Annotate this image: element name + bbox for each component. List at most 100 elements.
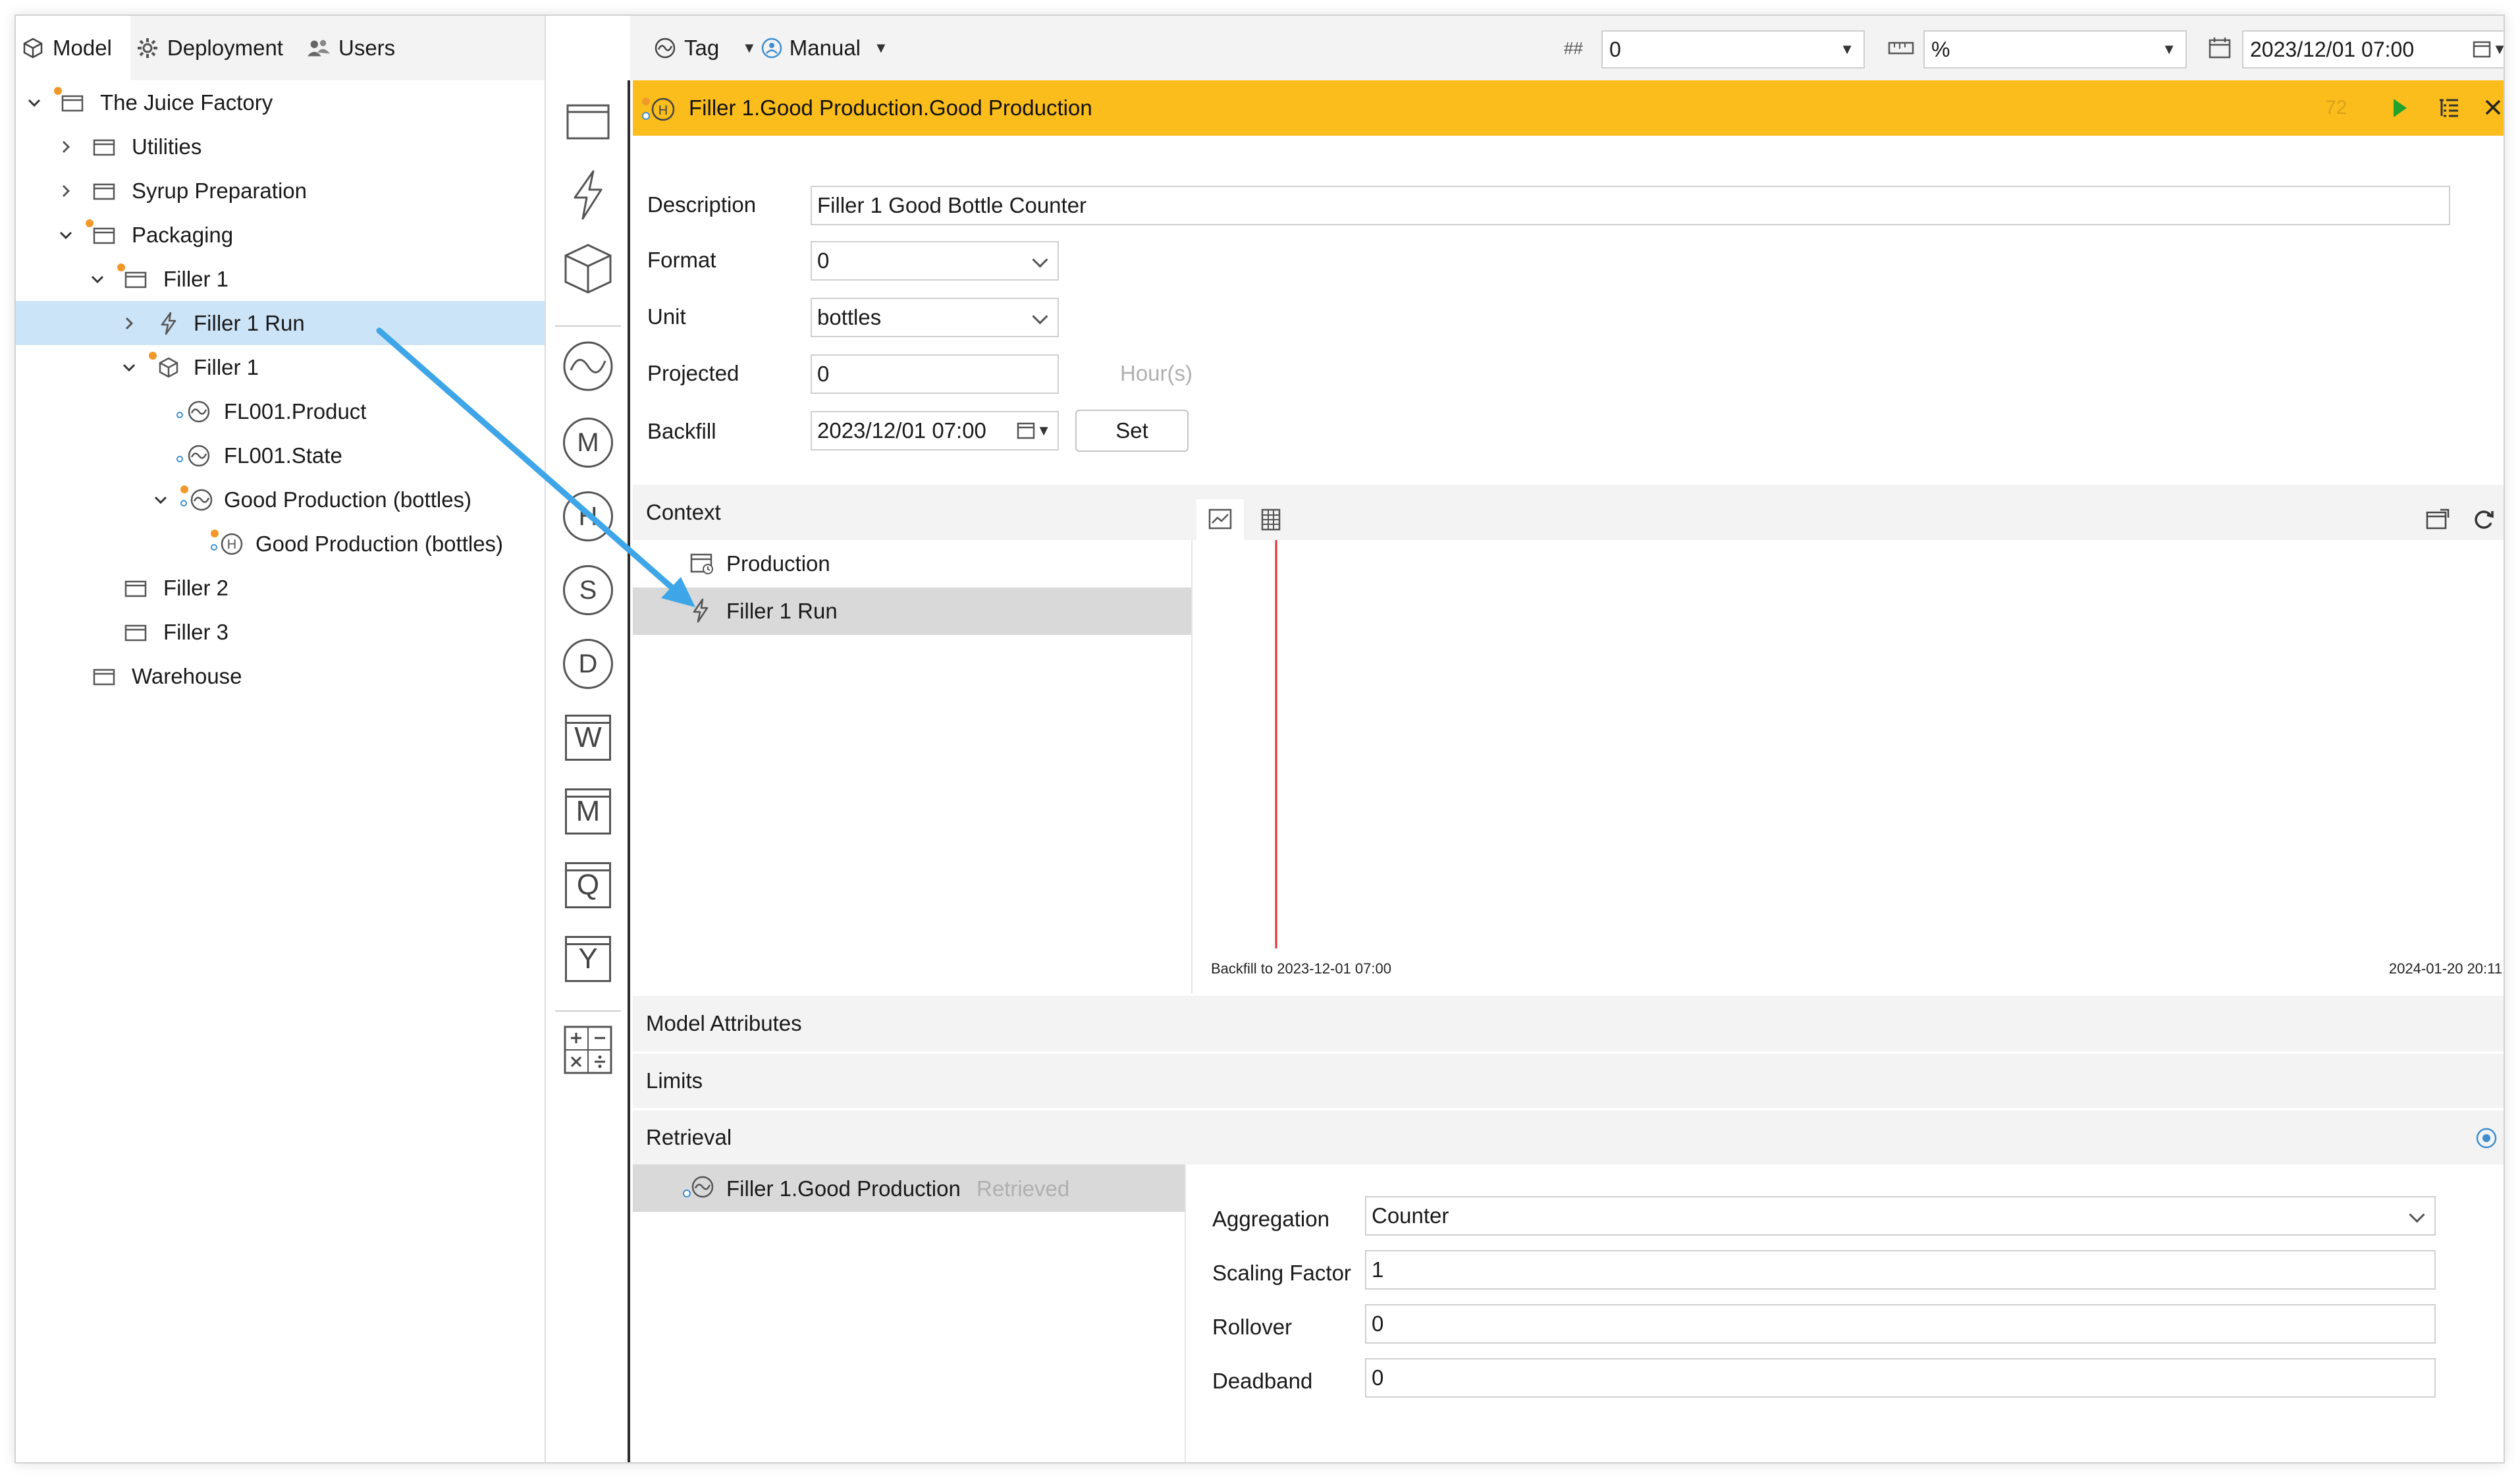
chevron-down-icon[interactable] bbox=[149, 488, 173, 512]
folder-icon bbox=[91, 134, 117, 160]
tab-model[interactable]: Model bbox=[16, 16, 130, 80]
item-count: 72 bbox=[2325, 97, 2347, 119]
tag-trend-icon bbox=[186, 398, 212, 425]
model-attributes-section[interactable]: Model Attributes bbox=[633, 996, 2504, 1051]
rollover-input[interactable]: 0 bbox=[1365, 1304, 2436, 1344]
tab-model-label: Model bbox=[53, 36, 112, 60]
list-tree-icon[interactable] bbox=[2437, 96, 2461, 120]
tool-s-circle[interactable]: S bbox=[562, 564, 614, 616]
tree-node-filler-1-run[interactable]: Filler 1 Run bbox=[16, 301, 545, 345]
tree-node-good-production-h[interactable]: H Good Production (bottles) bbox=[16, 522, 545, 566]
manual-dropdown[interactable]: ▼ Manual ▼ bbox=[742, 16, 888, 80]
tool-tag[interactable] bbox=[562, 341, 614, 395]
tag-trend-icon bbox=[679, 1174, 718, 1203]
tool-y-square[interactable]: Y bbox=[562, 933, 614, 985]
tree-node-filler-2[interactable]: Filler 2 bbox=[16, 566, 545, 610]
description-input[interactable]: Filler 1 Good Bottle Counter bbox=[811, 186, 2450, 225]
play-icon[interactable] bbox=[2390, 95, 2409, 121]
backfill-date-input[interactable]: 2023/12/01 07:00 ▼ bbox=[811, 411, 1059, 451]
unit-select[interactable]: % ▼ bbox=[1923, 30, 2187, 68]
svg-text:H: H bbox=[227, 537, 236, 552]
tab-deployment[interactable]: Deployment bbox=[130, 16, 302, 80]
tool-m-square[interactable]: M bbox=[562, 785, 614, 838]
retrieval-item[interactable]: Filler 1.Good Production Retrieved bbox=[633, 1164, 1185, 1212]
tree-label: Filler 2 bbox=[163, 575, 229, 600]
calendar-dropdown-icon[interactable]: ▼ bbox=[2473, 40, 2504, 59]
format-select[interactable]: 0 ▼ bbox=[1601, 30, 1865, 68]
chevron-right-icon[interactable] bbox=[117, 312, 141, 335]
scaling-factor-input[interactable]: 1 bbox=[1365, 1250, 2436, 1290]
tool-asset[interactable] bbox=[562, 243, 614, 298]
chevron-down-icon[interactable] bbox=[54, 223, 78, 247]
tree-node-fl001-state[interactable]: FL001.State bbox=[16, 433, 545, 478]
tree-node-filler-3[interactable]: Filler 3 bbox=[16, 610, 545, 654]
chart-view-tab[interactable] bbox=[1196, 499, 1244, 540]
backfill-date-value: 2023/12/01 07:00 bbox=[817, 418, 986, 443]
format-dropdown[interactable]: 0 bbox=[811, 241, 1059, 281]
tag-detail-panel: H Filler 1.Good Production.Good Producti… bbox=[633, 80, 2504, 1462]
w-square-icon: W bbox=[565, 715, 611, 761]
caret-down-icon: ▼ bbox=[1840, 41, 1854, 57]
tree-node-warehouse[interactable]: Warehouse bbox=[16, 654, 545, 698]
tool-calculator[interactable] bbox=[562, 1026, 614, 1079]
chevron-down-icon[interactable] bbox=[22, 91, 46, 115]
chevron-down-icon[interactable] bbox=[117, 356, 141, 379]
tab-deployment-label: Deployment bbox=[167, 36, 283, 60]
retrieval-section[interactable]: Retrieval bbox=[633, 1109, 2504, 1164]
set-button[interactable]: Set bbox=[1075, 410, 1189, 452]
table-view-tab[interactable] bbox=[1248, 499, 1295, 540]
aggregation-dropdown[interactable]: Counter bbox=[1365, 1196, 2436, 1236]
model-panel: Model Deployment Users The Juice Factory… bbox=[16, 16, 546, 1462]
projected-input[interactable]: 0 bbox=[811, 354, 1059, 394]
collapse-up-icon[interactable] bbox=[2475, 1126, 2498, 1150]
model-attributes-label: Model Attributes bbox=[646, 1011, 802, 1035]
scaling-factor-label: Scaling Factor bbox=[1212, 1261, 1351, 1285]
m-circle-icon: M bbox=[563, 418, 613, 468]
calendar-dropdown-icon[interactable]: ▼ bbox=[1017, 421, 1051, 441]
tree-label: FL001.Product bbox=[224, 398, 367, 424]
aggregation-label: Aggregation bbox=[1212, 1207, 1329, 1231]
caret-down-icon: ▼ bbox=[874, 40, 888, 56]
tool-event[interactable] bbox=[562, 170, 614, 224]
deadband-input[interactable]: 0 bbox=[1365, 1358, 2436, 1398]
close-icon[interactable] bbox=[2482, 96, 2504, 119]
date-field[interactable]: 2023/12/01 07:00 ▼ bbox=[2242, 30, 2504, 68]
tree-label: Warehouse bbox=[132, 663, 242, 688]
format-label: Format bbox=[647, 248, 716, 272]
folder-icon bbox=[91, 222, 117, 248]
tool-h-circle[interactable]: H bbox=[562, 490, 614, 543]
chevron-right-icon[interactable] bbox=[54, 179, 78, 203]
tree-node-syrup-preparation[interactable]: Syrup Preparation bbox=[16, 169, 545, 213]
tree-node-utilities[interactable]: Utilities bbox=[16, 124, 545, 169]
context-item-production[interactable]: Production bbox=[633, 540, 1191, 588]
tool-m-circle[interactable]: M bbox=[562, 416, 614, 469]
open-window-icon[interactable] bbox=[2426, 508, 2450, 530]
context-item-label: Production bbox=[726, 551, 830, 576]
chevron-down-icon[interactable] bbox=[86, 267, 109, 291]
tool-w-square[interactable]: W bbox=[562, 711, 614, 764]
line-chart-icon bbox=[1208, 508, 1232, 530]
unit-dropdown[interactable]: bottles bbox=[811, 298, 1059, 337]
tree-node-good-production[interactable]: Good Production (bottles) bbox=[16, 478, 545, 522]
q-square-icon: Q bbox=[565, 862, 611, 908]
tree-node-packaging[interactable]: Packaging bbox=[16, 213, 545, 257]
context-item-filler-1-run[interactable]: Filler 1 Run bbox=[633, 588, 1191, 635]
refresh-icon[interactable] bbox=[2473, 508, 2495, 531]
tree-node-juice-factory[interactable]: The Juice Factory bbox=[16, 80, 545, 124]
limits-section[interactable]: Limits bbox=[633, 1053, 2504, 1108]
tree-node-filler-1[interactable]: Filler 1 bbox=[16, 257, 545, 301]
tree-node-filler-1-asset[interactable]: Filler 1 bbox=[16, 345, 545, 389]
context-timeline-chart: Backfill to 2023-12-01 07:00 2024-01-20 … bbox=[1196, 540, 2504, 993]
tree-label: Good Production (bottles) bbox=[255, 531, 504, 556]
tree-node-fl001-product[interactable]: FL001.Product bbox=[16, 389, 545, 433]
tool-d-circle[interactable]: D bbox=[562, 638, 614, 690]
tool-folder[interactable] bbox=[562, 97, 614, 150]
tool-q-square[interactable]: Q bbox=[562, 859, 614, 912]
tab-users[interactable]: Users bbox=[302, 16, 414, 80]
context-section-header[interactable]: Context bbox=[633, 485, 2504, 540]
user-circle-icon bbox=[761, 37, 783, 59]
detail-title: Filler 1.Good Production.Good Production bbox=[689, 96, 1092, 120]
tree-label: FL001.State bbox=[224, 443, 342, 468]
tag-mode-button[interactable]: Tag bbox=[654, 16, 719, 80]
chevron-right-icon[interactable] bbox=[54, 135, 78, 159]
